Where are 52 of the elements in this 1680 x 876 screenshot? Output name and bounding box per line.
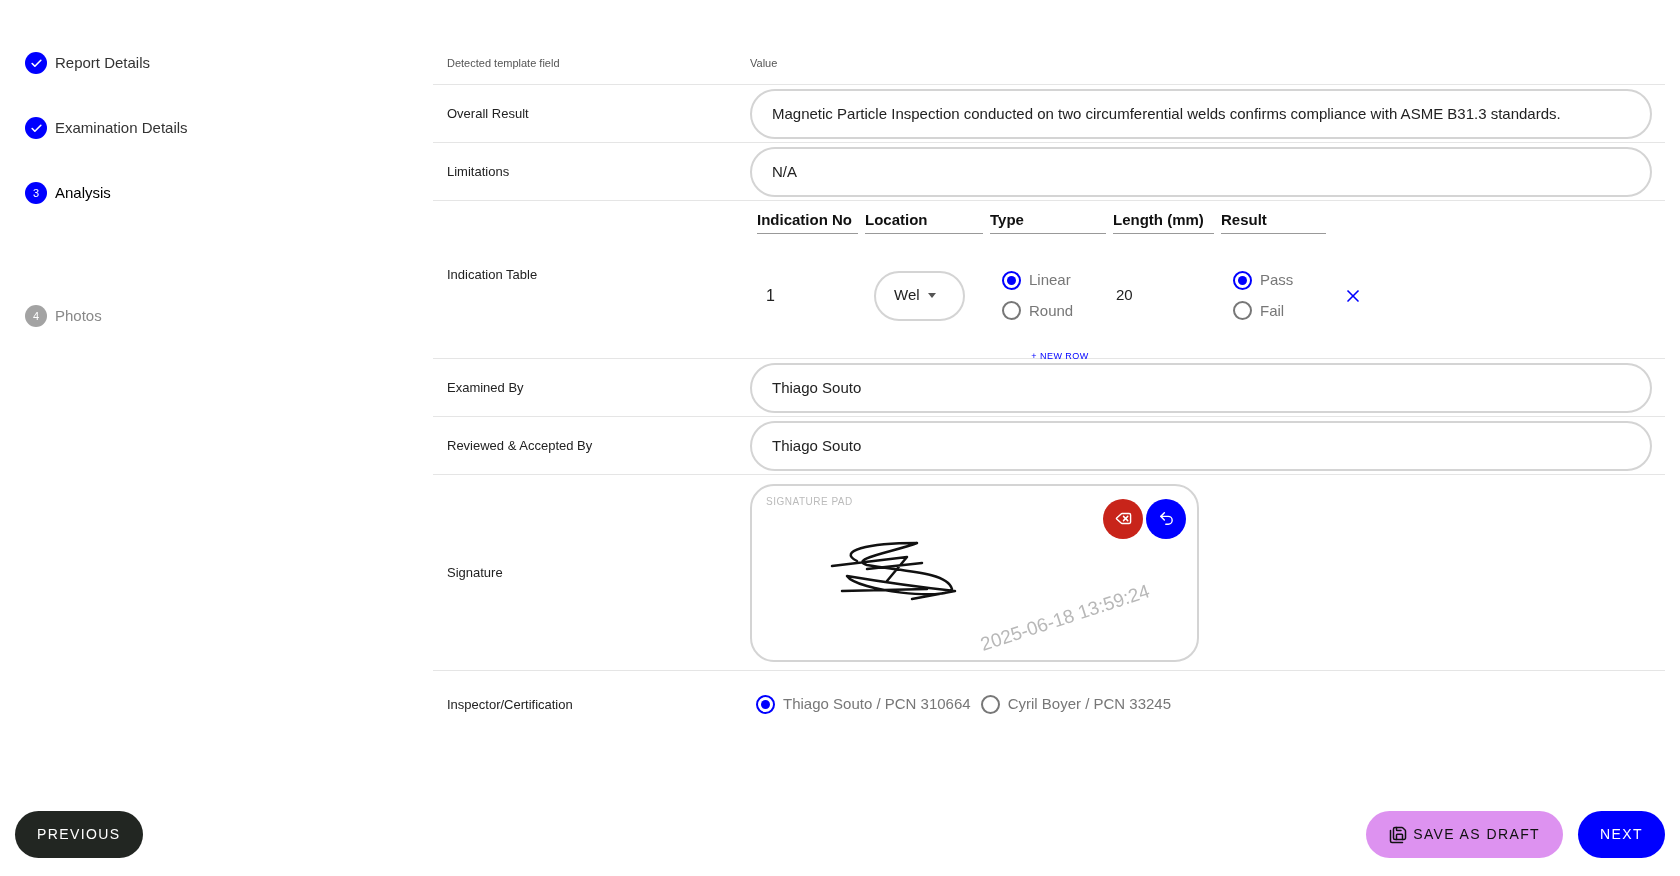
- text-field[interactable]: N/A: [750, 146, 1652, 197]
- radio-label: Thiago Souto / PCN 310664: [783, 694, 971, 715]
- text-field[interactable]: Magnetic Particle Inspection conducted on two circumferential welds confirms compliance with ASME B31.3 standards.: [750, 88, 1652, 139]
- step-label[interactable]: Report Details: [55, 52, 151, 75]
- column-header: Result: [1221, 209, 1326, 234]
- radio-button[interactable]: [980, 695, 1000, 714]
- column-header: Value: [750, 55, 778, 71]
- column-header: Location: [865, 209, 983, 234]
- length-value: 20: [1116, 285, 1134, 306]
- backspace-icon: [1114, 510, 1132, 527]
- field-label: Limitations: [446, 162, 511, 181]
- field-label: Signature: [446, 563, 504, 582]
- field-label: Reviewed & Accepted By: [446, 436, 594, 455]
- radio-button[interactable]: [1002, 270, 1021, 290]
- radio-button[interactable]: [756, 695, 775, 714]
- column-header: Detected template field: [446, 55, 561, 71]
- radio-button[interactable]: [1233, 301, 1252, 321]
- step-label[interactable]: Examination Details: [55, 117, 188, 140]
- location-dropdown[interactable]: Wel: [874, 270, 965, 321]
- save-draft-button[interactable]: SAVE AS DRAFT: [1366, 811, 1564, 858]
- radio-label: Linear: [1029, 270, 1071, 290]
- field-label: Examined By: [446, 378, 525, 397]
- step-label[interactable]: Photos: [55, 305, 102, 328]
- pad-label: SIGNATURE PAD: [766, 494, 853, 509]
- undo-icon: [1157, 510, 1175, 527]
- column-header: Length (mm): [1113, 209, 1214, 234]
- previous-button[interactable]: PREVIOUS: [15, 811, 143, 858]
- text-field[interactable]: Thiago Souto: [750, 420, 1652, 471]
- caret-icon: [927, 293, 936, 298]
- save-icon: [1389, 825, 1408, 844]
- column-header: Type: [990, 209, 1106, 234]
- undo-button[interactable]: [1146, 498, 1186, 539]
- radio-label: Cyril Boyer / PCN 33245: [1007, 694, 1172, 715]
- indication-number: 1: [766, 286, 775, 304]
- column-header: Indication No: [757, 209, 858, 234]
- check-icon: [25, 52, 47, 75]
- radio-label: Pass: [1260, 270, 1294, 290]
- check-icon: [25, 117, 47, 140]
- text-field[interactable]: Thiago Souto: [750, 362, 1652, 413]
- step-number: 3: [25, 182, 47, 205]
- next-button[interactable]: NEXT: [1578, 811, 1665, 858]
- step-label[interactable]: Analysis: [55, 182, 111, 205]
- new-row-link[interactable]: + NEW ROW: [1031, 349, 1089, 363]
- step-number: 4: [25, 305, 47, 328]
- field-label: Indication Table: [446, 265, 539, 284]
- radio-label: Round: [1029, 300, 1074, 321]
- field-label: Inspector/Certification: [446, 695, 574, 714]
- radio-button[interactable]: [1233, 270, 1252, 290]
- clear-button[interactable]: [1103, 498, 1143, 539]
- radio-button[interactable]: [1002, 301, 1021, 321]
- radio-label: Fail: [1260, 300, 1285, 321]
- field-label: Overall Result: [446, 104, 530, 123]
